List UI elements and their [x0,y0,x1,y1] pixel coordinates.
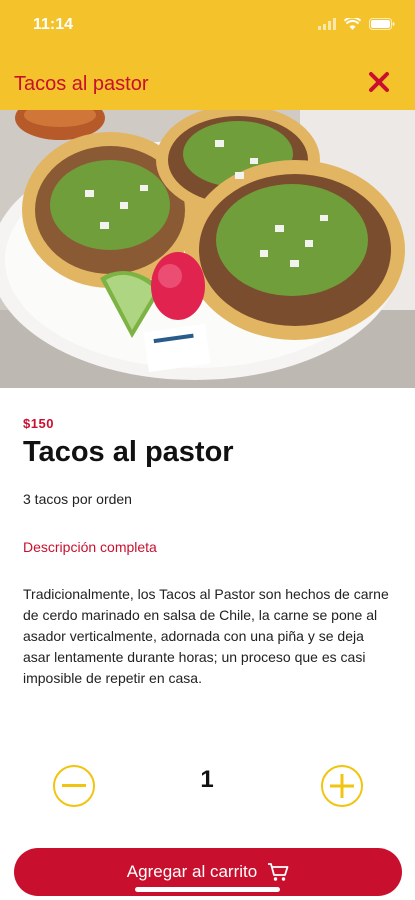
increase-quantity-button[interactable] [321,765,363,807]
cart-icon [268,863,289,881]
home-indicator [135,887,280,892]
product-subtitle: 3 tacos por orden [23,491,132,507]
status-bar: 11:14 [0,0,415,48]
status-time: 11:14 [33,16,74,33]
battery-icon [369,18,395,30]
product-image [0,110,415,388]
price: $150 [23,416,54,431]
header-title: Tacos al pastor [14,73,149,95]
decrease-quantity-button[interactable] [53,765,95,807]
plus-circle-icon[interactable] [330,774,354,798]
minus-circle-icon[interactable] [62,784,86,788]
product-title: Tacos al pastor [23,436,234,468]
wifi-icon [344,18,361,30]
quantity-value: 1 [200,766,214,793]
tacos-illustration [0,110,415,388]
close-icon[interactable] [368,71,390,93]
app-header: 11:14 Tacos al pastor [0,0,415,110]
status-icons [318,18,395,30]
signal-icon [318,18,336,30]
product-description: Tradicionalmente, los Tacos al Pastor so… [23,586,389,686]
close-button[interactable] [365,68,393,96]
add-to-cart-label: Agregar al carrito [126,862,258,881]
full-description-link[interactable]: Descripción completa [23,539,157,555]
title-row: Tacos al pastor [0,60,415,108]
